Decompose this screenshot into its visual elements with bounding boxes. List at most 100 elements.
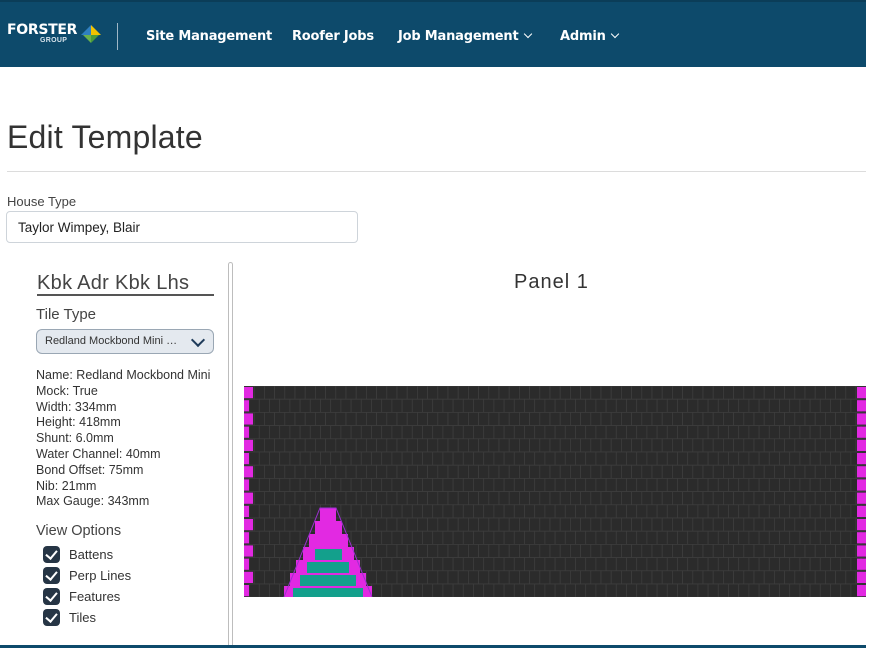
tile <box>529 491 541 506</box>
tile <box>825 570 837 585</box>
tile <box>406 570 418 585</box>
tile <box>452 557 464 572</box>
tile <box>263 491 275 506</box>
edge-tile-right <box>857 532 866 544</box>
brand-subtitle: GROUP <box>40 37 68 44</box>
tile <box>350 451 362 466</box>
tile <box>671 386 683 400</box>
tile <box>299 451 311 466</box>
tile <box>717 583 729 597</box>
house-type-input[interactable] <box>6 211 358 243</box>
tile <box>789 398 801 413</box>
option-tiles[interactable]: Tiles <box>43 609 96 626</box>
tile <box>263 570 275 585</box>
tile <box>753 491 765 506</box>
checkbox-checked-icon[interactable] <box>43 567 60 584</box>
tile <box>779 425 791 440</box>
tile <box>253 411 265 426</box>
tile <box>830 451 842 466</box>
tile <box>738 583 750 597</box>
tile <box>335 491 347 506</box>
tile <box>564 557 576 572</box>
tile <box>753 438 765 453</box>
tile <box>743 517 755 532</box>
nav-site-management[interactable]: Site Management <box>146 29 272 45</box>
tile-type-select[interactable]: Redland Mockbond Mini Redland Mockbond M… <box>36 329 214 354</box>
tile <box>845 491 857 506</box>
tile <box>774 386 786 400</box>
tile <box>712 543 724 558</box>
tile <box>590 464 602 479</box>
tile <box>799 451 811 466</box>
tile <box>422 557 434 572</box>
tile <box>575 530 587 545</box>
tile <box>743 438 755 453</box>
nav-job-management[interactable]: Job Management <box>398 29 532 45</box>
option-features[interactable]: Features <box>43 588 120 605</box>
nav-roofer-jobs[interactable]: Roofer Jobs <box>292 29 374 45</box>
roof-panel-canvas[interactable] <box>244 386 866 597</box>
tile <box>513 398 525 413</box>
tile <box>580 386 592 400</box>
nav-admin[interactable]: Admin <box>560 29 619 45</box>
tile <box>626 425 638 440</box>
sidebar-scrollbar[interactable] <box>228 262 233 648</box>
tile <box>355 464 367 479</box>
tile <box>447 491 459 506</box>
tile <box>493 425 505 440</box>
tile <box>386 543 398 558</box>
tile <box>646 451 658 466</box>
tile <box>371 478 383 493</box>
tile <box>299 478 311 493</box>
tile <box>304 438 316 453</box>
tile <box>600 543 612 558</box>
option-perp-lines[interactable]: Perp Lines <box>43 567 131 584</box>
tile <box>814 438 826 453</box>
tile <box>814 491 826 506</box>
tile <box>651 543 663 558</box>
tile <box>304 464 316 479</box>
tile <box>671 411 683 426</box>
tile <box>804 570 816 585</box>
edge-tile-right <box>857 400 866 412</box>
tile <box>396 464 408 479</box>
tile <box>585 398 597 413</box>
tile <box>569 517 581 532</box>
tile <box>661 491 673 506</box>
brand-logo[interactable]: FORSTER GROUP <box>7 22 102 52</box>
tile <box>646 557 658 572</box>
tile <box>258 398 270 413</box>
tile <box>687 398 699 413</box>
checkbox-checked-icon[interactable] <box>43 546 60 563</box>
tile <box>498 411 510 426</box>
tile <box>692 464 704 479</box>
tile <box>661 438 673 453</box>
tile <box>524 451 536 466</box>
tile <box>712 464 724 479</box>
house-logo-icon <box>81 25 102 43</box>
tile <box>779 583 791 597</box>
option-battens[interactable]: Battens <box>43 546 113 563</box>
tile <box>462 398 474 413</box>
checkbox-checked-icon[interactable] <box>43 588 60 605</box>
tile <box>411 478 423 493</box>
tile <box>350 504 362 519</box>
edge-tile-left <box>244 387 253 399</box>
edge-tile-right <box>857 558 866 570</box>
tile <box>758 504 770 519</box>
tile <box>845 517 857 532</box>
tile <box>825 464 837 479</box>
tile <box>590 570 602 585</box>
tile <box>636 504 648 519</box>
tile <box>498 386 510 400</box>
tile <box>661 543 673 558</box>
tile <box>819 530 831 545</box>
tile <box>381 583 393 597</box>
tile <box>620 570 632 585</box>
tile <box>774 491 786 506</box>
tile <box>590 411 602 426</box>
tile <box>712 438 724 453</box>
tile <box>488 411 500 426</box>
tile <box>702 438 714 453</box>
checkbox-checked-icon[interactable] <box>43 609 60 626</box>
